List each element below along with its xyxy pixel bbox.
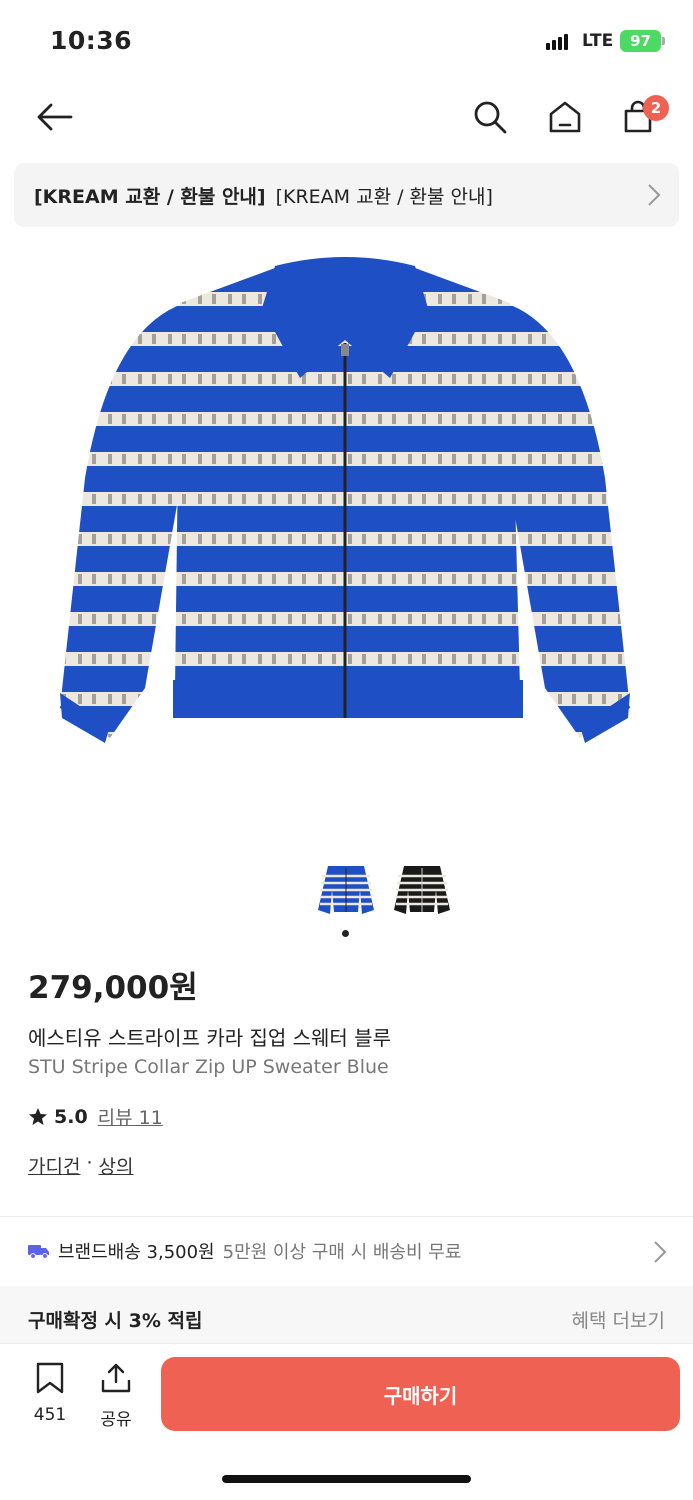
- notice-bold-text: [KREAM 교환 / 환불 안내]: [34, 185, 266, 208]
- category-link-cardigan[interactable]: 가디건: [28, 1152, 80, 1179]
- search-icon[interactable]: [466, 88, 514, 146]
- cart-count-badge: 2: [643, 95, 669, 121]
- category-link-top[interactable]: 상의: [99, 1152, 134, 1179]
- chevron-right-icon: [647, 183, 661, 212]
- status-bar: 10:36 LTE 97: [0, 0, 693, 84]
- top-nav: [0, 88, 693, 148]
- category-path: 가디건 · 상의: [28, 1152, 133, 1179]
- star-icon: [29, 1107, 47, 1125]
- thumbnail-blue[interactable]: [314, 860, 378, 920]
- shipping-info-row[interactable]: 브랜드배송 3,500원 5만원 이상 구매 시 배송비 무료: [0, 1218, 693, 1284]
- share-label: 공유: [100, 1410, 132, 1430]
- bookmark-icon: [36, 1362, 64, 1394]
- home-icon[interactable]: [541, 88, 589, 146]
- notice-text: [KREAM 교환 / 환불 안내]: [275, 185, 493, 208]
- back-arrow-icon[interactable]: [30, 88, 78, 146]
- benefit-more-link[interactable]: 혜택 더보기: [572, 1306, 665, 1333]
- product-name-korean: 에스티유 스트라이프 카라 집업 스웨터 블루: [28, 1026, 391, 1050]
- battery-icon: 97: [620, 30, 661, 52]
- network-label: LTE: [582, 31, 614, 51]
- share-button[interactable]: 공유: [91, 1362, 141, 1430]
- battery-level: 97: [630, 32, 651, 50]
- product-name-english: STU Stripe Collar Zip UP Sweater Blue: [28, 1056, 389, 1078]
- status-time: 10:36: [50, 26, 133, 55]
- share-icon: [101, 1363, 131, 1393]
- thumbnail-black[interactable]: [390, 860, 454, 920]
- buy-button[interactable]: 구매하기: [161, 1357, 680, 1431]
- rating-score: 5.0: [54, 1105, 88, 1128]
- shipping-main-text: 브랜드배송 3,500원: [58, 1242, 215, 1263]
- delivery-truck-icon: [28, 1245, 49, 1259]
- product-price: 279,000원: [28, 970, 198, 1006]
- product-image[interactable]: [40, 248, 650, 808]
- battery-tip: [662, 37, 665, 45]
- chevron-right-icon: [653, 1240, 667, 1269]
- exchange-refund-notice[interactable]: [KREAM 교환 / 환불 안내] [KREAM 교환 / 환불 안내]: [14, 163, 679, 227]
- rating-row: 5.0 리뷰 11: [28, 1103, 163, 1130]
- save-count: 451: [33, 1405, 67, 1425]
- home-indicator: [222, 1475, 471, 1483]
- category-separator: ·: [86, 1152, 93, 1174]
- benefit-row: 구매확정 시 3% 적립 혜택 더보기: [0, 1286, 693, 1346]
- shipping-sub-text: 5만원 이상 구매 시 배송비 무료: [222, 1242, 462, 1263]
- page-indicator-dot: [342, 930, 349, 937]
- thumbnail-list: [0, 860, 693, 920]
- benefit-title: 구매확정 시 3% 적립: [28, 1310, 203, 1332]
- signal-icon: [546, 34, 568, 50]
- section-divider: [0, 1216, 693, 1217]
- save-button[interactable]: 451: [25, 1362, 75, 1425]
- review-link[interactable]: 리뷰 11: [98, 1103, 163, 1130]
